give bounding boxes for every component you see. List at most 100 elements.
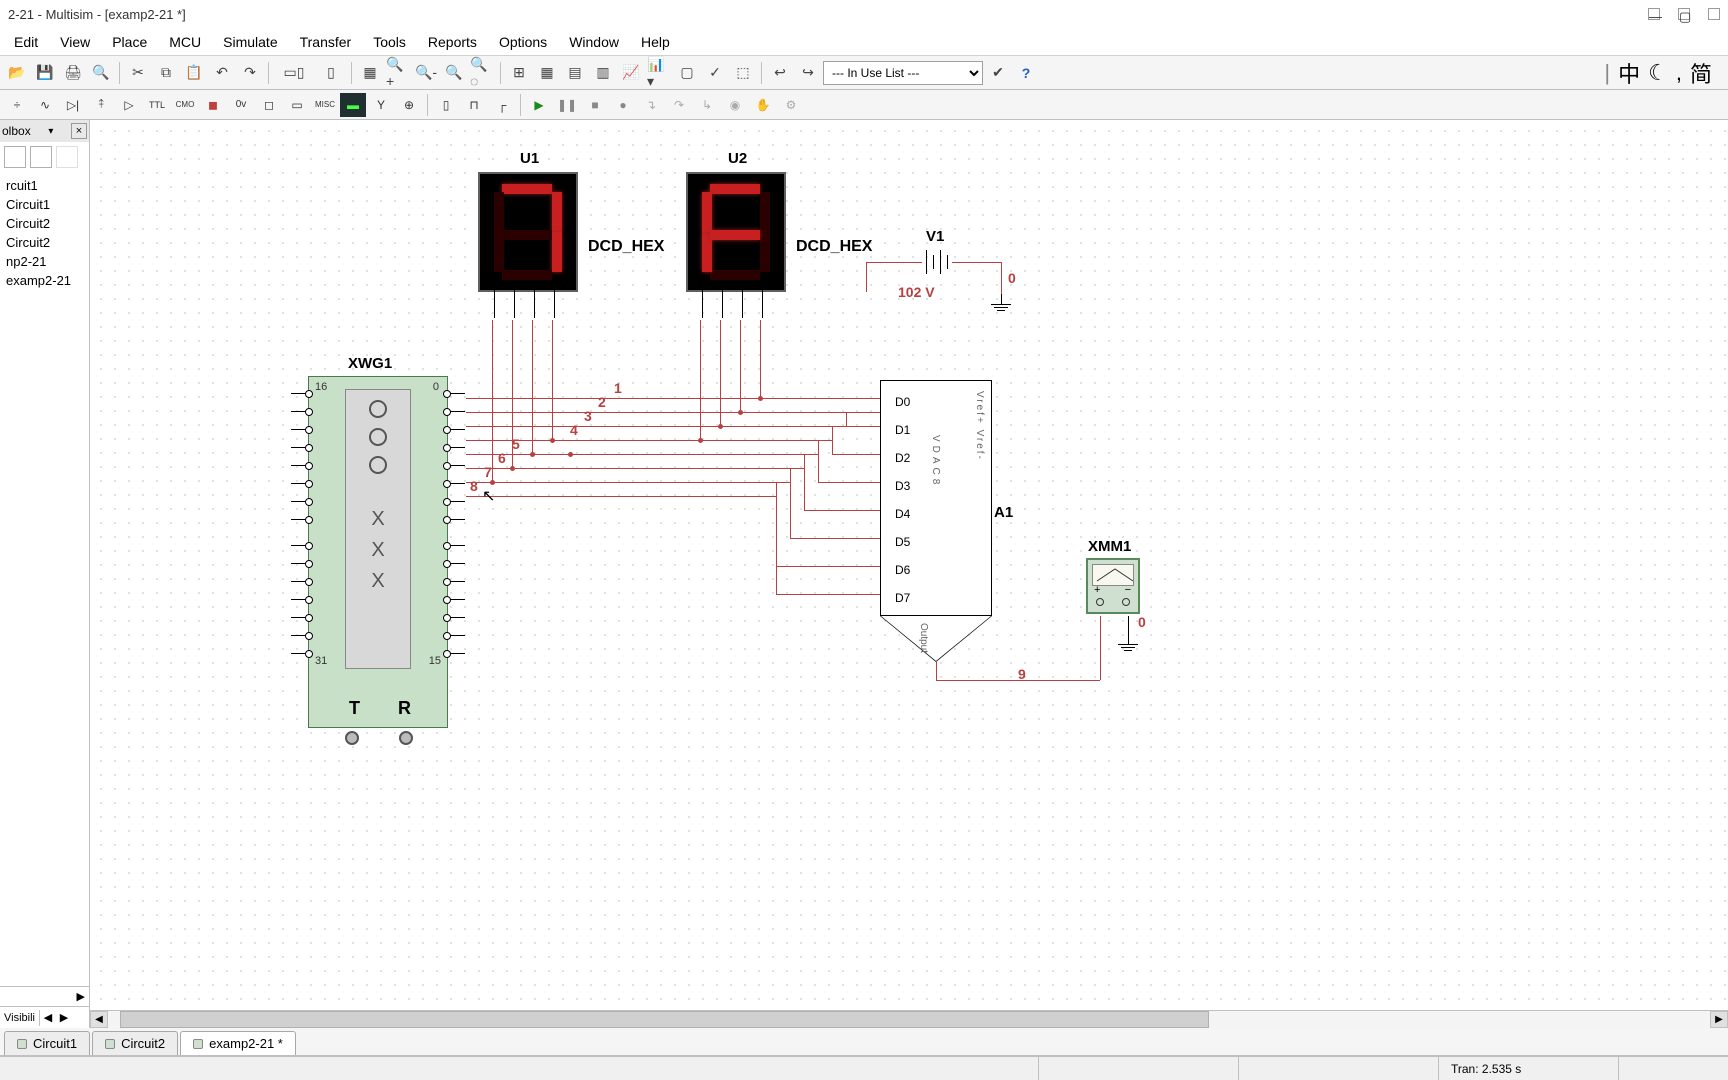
- nav-right-icon[interactable]: ▶: [77, 990, 85, 1003]
- wire[interactable]: [790, 468, 791, 538]
- menu-simulate[interactable]: Simulate: [213, 31, 287, 53]
- toolbox-close-button[interactable]: ×: [71, 123, 87, 139]
- wire[interactable]: [492, 320, 493, 482]
- place-mixed-button[interactable]: 0v: [228, 93, 254, 117]
- zoom-in-button[interactable]: 🔍+: [385, 60, 411, 86]
- wire[interactable]: [466, 412, 880, 413]
- menu-options[interactable]: Options: [489, 31, 557, 53]
- wire[interactable]: [804, 454, 805, 510]
- wire[interactable]: [790, 538, 880, 539]
- wire[interactable]: [818, 482, 880, 483]
- component-button[interactable]: ⊞: [506, 60, 532, 86]
- scroll-left-button[interactable]: ◀: [90, 1011, 108, 1028]
- wire[interactable]: [818, 440, 819, 482]
- pause-button[interactable]: ❚❚: [554, 93, 580, 117]
- help-button[interactable]: ?: [1013, 60, 1039, 86]
- run-button[interactable]: ▶: [526, 93, 552, 117]
- battery-v1[interactable]: [926, 250, 948, 274]
- display-u2[interactable]: [686, 172, 786, 292]
- place-power-button[interactable]: ▭: [284, 93, 310, 117]
- forward-annotate-button[interactable]: ↪: [795, 60, 821, 86]
- menu-reports[interactable]: Reports: [418, 31, 487, 53]
- scroll-right-icon[interactable]: ▶: [56, 1011, 72, 1024]
- preview-button[interactable]: 🔍: [88, 60, 114, 86]
- verify-button[interactable]: ✔: [985, 60, 1011, 86]
- wire[interactable]: [866, 262, 922, 263]
- place-misc-digital-button[interactable]: ◼: [200, 93, 226, 117]
- breakpoint-button[interactable]: ◉: [722, 93, 748, 117]
- zoom-out-button[interactable]: 🔍-: [413, 60, 439, 86]
- wire[interactable]: [804, 510, 880, 511]
- horizontal-scrollbar[interactable]: ◀ ▶: [90, 1010, 1728, 1028]
- analysis-button[interactable]: 📊▾: [646, 60, 672, 86]
- ime-sep-icon[interactable]: |: [1604, 60, 1610, 86]
- wire[interactable]: [466, 496, 776, 497]
- pin-minus[interactable]: [1122, 598, 1130, 606]
- ime-punct-button[interactable]: ,: [1676, 60, 1682, 86]
- tool-button[interactable]: ⚙: [778, 93, 804, 117]
- copy-button[interactable]: ⧉: [153, 60, 179, 86]
- wire[interactable]: [760, 320, 761, 398]
- schematic-canvas[interactable]: U1 DCD_HEX U2 DCD_HEX V1 102 V: [90, 120, 1728, 1010]
- scroll-thumb[interactable]: [120, 1011, 1209, 1028]
- dac-a1[interactable]: D0 D1 D2 D3 D4 D5 D6 D7 Vref+ Vref- VDAC…: [880, 380, 992, 616]
- sheets-button[interactable]: ▤: [562, 60, 588, 86]
- place-hierarchical-button[interactable]: ▯: [433, 93, 459, 117]
- wire[interactable]: [952, 262, 1002, 263]
- open-sample-icon[interactable]: [30, 146, 52, 168]
- probe-button[interactable]: ✋: [750, 93, 776, 117]
- step-out-button[interactable]: ↳: [694, 93, 720, 117]
- zoom-area-button[interactable]: 🔍: [441, 60, 467, 86]
- ime-simplified-button[interactable]: 简: [1690, 57, 1712, 89]
- wire[interactable]: [846, 426, 880, 427]
- redo-button[interactable]: ↷: [237, 60, 263, 86]
- wire[interactable]: [466, 482, 790, 483]
- grapher-button[interactable]: 📈: [618, 60, 644, 86]
- maximize-button[interactable]: ▢: [1678, 8, 1690, 20]
- wire[interactable]: [700, 320, 701, 440]
- list-item[interactable]: examp2-21: [2, 271, 87, 290]
- menu-place[interactable]: Place: [102, 31, 157, 53]
- ime-lang-button[interactable]: 中: [1618, 57, 1640, 89]
- place-advanced-button[interactable]: ▬: [340, 93, 366, 117]
- scroll-right-button[interactable]: ▶: [1710, 1011, 1728, 1028]
- spreadsheet-button[interactable]: ▯: [316, 60, 346, 86]
- paste-button[interactable]: 📋: [181, 60, 207, 86]
- wire[interactable]: [866, 262, 867, 292]
- db-button[interactable]: ▦: [357, 60, 383, 86]
- wire[interactable]: [832, 426, 833, 454]
- undo-button[interactable]: ↶: [209, 60, 235, 86]
- list-item[interactable]: Circuit2: [2, 233, 87, 252]
- wire[interactable]: [720, 320, 721, 426]
- wire[interactable]: [832, 454, 880, 455]
- menu-window[interactable]: Window: [559, 31, 629, 53]
- scroll-track[interactable]: [108, 1011, 1710, 1028]
- save-button[interactable]: 💾: [32, 60, 58, 86]
- pin-t[interactable]: [345, 731, 359, 745]
- ime-moon-icon[interactable]: ☾: [1648, 60, 1668, 86]
- list-item[interactable]: np2-21: [2, 252, 87, 271]
- wire[interactable]: [1128, 616, 1129, 634]
- wire[interactable]: [1001, 262, 1002, 294]
- wire[interactable]: [776, 594, 880, 595]
- menu-tools[interactable]: Tools: [363, 31, 416, 53]
- menu-view[interactable]: View: [50, 31, 100, 53]
- wire[interactable]: [936, 662, 937, 680]
- step-over-button[interactable]: ↷: [666, 93, 692, 117]
- wire[interactable]: [466, 440, 832, 441]
- tab-examp2-21[interactable]: examp2-21 *: [180, 1031, 296, 1055]
- wire[interactable]: [552, 320, 553, 440]
- list-item[interactable]: rcuit1: [2, 176, 87, 195]
- display-u1[interactable]: [478, 172, 578, 292]
- list-item[interactable]: Circuit2: [2, 214, 87, 233]
- new-schematic-icon[interactable]: [4, 146, 26, 168]
- wire[interactable]: [466, 398, 880, 399]
- tab-circuit1[interactable]: Circuit1: [4, 1031, 90, 1055]
- wire[interactable]: [846, 412, 847, 426]
- pin-r[interactable]: [399, 731, 413, 745]
- place-misc-button[interactable]: MISC: [312, 93, 338, 117]
- place-rf-button[interactable]: Y: [368, 93, 394, 117]
- scroll-left-icon[interactable]: ◀: [40, 1011, 56, 1024]
- postproc-button[interactable]: ▢: [674, 60, 700, 86]
- drc-button[interactable]: ✓: [702, 60, 728, 86]
